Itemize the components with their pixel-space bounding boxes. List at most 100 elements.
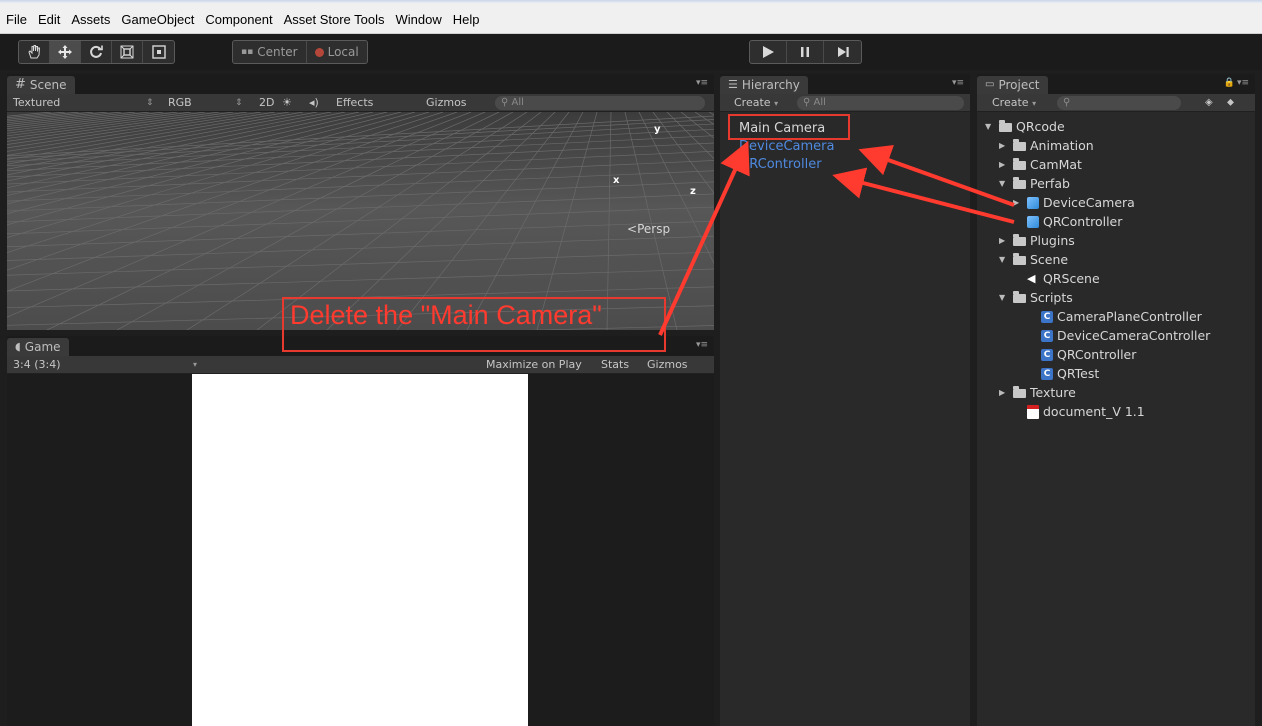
scene-search-input[interactable]: ⚲ All (495, 95, 705, 110)
panel-menu-icon[interactable]: ▾≡ (952, 78, 964, 88)
pause-icon[interactable] (787, 41, 824, 63)
project-item-document-v-1-1[interactable]: document_V 1.1 (1013, 404, 1145, 419)
playback-controls (749, 40, 862, 64)
scale-icon[interactable] (112, 41, 143, 63)
transform-tools (18, 40, 175, 64)
hierarchy-item-qrcontroller[interactable]: QRController (739, 157, 822, 172)
tab-scene[interactable]: # Scene (7, 76, 75, 94)
project-item-qrscene[interactable]: ◀ QRScene (1013, 271, 1100, 286)
render-mode-dropdown[interactable]: RGB (168, 96, 192, 109)
filter-by-label-icon[interactable]: ⬥ (1227, 97, 1234, 108)
menu-help[interactable]: Help (453, 12, 480, 27)
pivot-local-button[interactable]: Local (307, 41, 367, 63)
search-icon: ⚲ (501, 96, 509, 108)
project-item-perfab[interactable]: ▼ Perfab (999, 176, 1070, 191)
project-create-dropdown[interactable]: Create ▾ (992, 96, 1036, 109)
csharp-script-icon: C (1041, 310, 1053, 323)
hierarchy-toolbar: Create ▾ ⚲ All (720, 94, 970, 112)
grid-line (7, 193, 714, 223)
tab-project[interactable]: ▭ Project (977, 76, 1048, 94)
lock-icon[interactable]: 🔒 (1224, 78, 1235, 88)
project-item-plugins[interactable]: ▶ Plugins (999, 233, 1075, 248)
menu-asset-store-tools[interactable]: Asset Store Tools (284, 12, 385, 27)
panel-menu-icon[interactable]: ▾≡ (696, 78, 708, 88)
axis-z-label[interactable]: z (690, 186, 696, 197)
project-item-qrcontroller[interactable]: C QRController (1027, 347, 1136, 362)
menu-gameobject[interactable]: GameObject (121, 12, 194, 27)
menu-file[interactable]: File (6, 12, 27, 27)
menu-assets[interactable]: Assets (71, 12, 110, 27)
step-icon[interactable] (824, 41, 861, 63)
pivot-center-label: Center (257, 45, 298, 59)
project-item-animation[interactable]: ▶ Animation (999, 138, 1094, 153)
project-search-input[interactable]: ⚲ (1057, 95, 1181, 110)
project-item-label: QRcode (1016, 119, 1065, 134)
project-item-qrcode[interactable]: ▼ QRcode (985, 119, 1065, 134)
pivot-center-button[interactable]: ▪▪ Center (233, 41, 307, 63)
maximize-on-play-toggle[interactable]: Maximize on Play (486, 358, 582, 371)
search-icon: ⚲ (803, 96, 811, 108)
shading-mode-dropdown[interactable]: Textured (13, 96, 60, 109)
scene-panel: # Scene ▾≡ Textured ⇕ RGB ⇕ 2D ☀ ◂) Effe… (7, 74, 714, 330)
move-icon[interactable] (50, 41, 81, 63)
project-item-devicecamera[interactable]: ▶ DeviceCamera (1013, 195, 1135, 210)
dropdown-arrow-icon: ▾ (774, 99, 779, 108)
project-item-label: document_V 1.1 (1043, 404, 1145, 419)
mode-2d-toggle[interactable]: 2D (259, 96, 274, 109)
csharp-script-icon: C (1041, 348, 1053, 361)
panel-menu-icon[interactable]: ▾≡ (696, 340, 708, 350)
scene-toolbar: Textured ⇕ RGB ⇕ 2D ☀ ◂) Effects Gizmos … (7, 94, 714, 112)
axis-x-label[interactable]: x (613, 175, 619, 186)
collapsed-arrow-icon[interactable]: ▶ (999, 160, 1009, 169)
menu-component[interactable]: Component (205, 12, 272, 27)
collapsed-arrow-icon[interactable]: ▶ (999, 141, 1009, 150)
hierarchy-search-placeholder: All (813, 96, 826, 108)
stats-toggle[interactable]: Stats (601, 358, 629, 371)
axis-y-label[interactable]: y (654, 124, 661, 135)
hierarchy-create-dropdown[interactable]: Create ▾ (734, 96, 778, 109)
project-item-devicecameracontroller[interactable]: C DeviceCameraController (1027, 328, 1210, 343)
collapsed-arrow-icon[interactable]: ▶ (999, 236, 1009, 245)
project-folder-icon: ▭ (985, 79, 995, 90)
expanded-arrow-icon[interactable]: ▼ (999, 255, 1009, 264)
hierarchy-search-input[interactable]: ⚲ All (797, 95, 964, 110)
project-item-scripts[interactable]: ▼ Scripts (999, 290, 1073, 305)
rotate-icon[interactable] (81, 41, 112, 63)
expanded-arrow-icon[interactable]: ▼ (999, 293, 1009, 302)
rect-icon[interactable] (143, 41, 174, 63)
game-viewport[interactable] (7, 374, 714, 726)
collapsed-arrow-icon[interactable]: ▶ (999, 388, 1009, 397)
prefab-cube-icon (1027, 196, 1039, 209)
effects-dropdown[interactable]: Effects (336, 96, 373, 109)
lighting-toggle-icon[interactable]: ☀ (282, 96, 292, 109)
project-item-cammat[interactable]: ▶ CamMat (999, 157, 1082, 172)
tab-game[interactable]: ◖ Game (7, 338, 69, 356)
aspect-dropdown[interactable]: 3:4 (3:4) (13, 358, 61, 371)
project-item-label: QRController (1057, 347, 1137, 362)
grid-line (7, 112, 80, 120)
hierarchy-item-devicecamera[interactable]: DeviceCamera (739, 139, 834, 154)
expanded-arrow-icon[interactable]: ▼ (999, 179, 1009, 188)
prefab-cube-icon (1027, 215, 1039, 228)
pivot-local-label: Local (327, 45, 359, 59)
play-icon[interactable] (750, 41, 787, 63)
hand-icon[interactable] (19, 41, 50, 63)
projection-label[interactable]: <Persp (627, 222, 670, 236)
gizmos-dropdown[interactable]: Gizmos (426, 96, 467, 109)
project-item-qrcontroller[interactable]: QRController (1013, 214, 1122, 229)
persp-label: Persp (637, 222, 671, 236)
tab-hierarchy[interactable]: ☰ Hierarchy (720, 76, 808, 94)
audio-toggle-icon[interactable]: ◂) (309, 96, 319, 109)
project-item-texture[interactable]: ▶ Texture (999, 385, 1076, 400)
panel-menu-icon[interactable]: ▾≡ (1237, 78, 1249, 88)
project-item-qrtest[interactable]: C QRTest (1027, 366, 1099, 381)
menu-edit[interactable]: Edit (38, 12, 60, 27)
project-item-scene[interactable]: ▼ Scene (999, 252, 1068, 267)
project-item-label: QRTest (1057, 366, 1100, 381)
collapsed-arrow-icon[interactable]: ▶ (1013, 198, 1023, 207)
expanded-arrow-icon[interactable]: ▼ (985, 122, 995, 131)
project-item-cameraplanecontroller[interactable]: C CameraPlaneController (1027, 309, 1202, 324)
filter-by-type-icon[interactable]: ◈ (1205, 97, 1213, 108)
game-gizmos-dropdown[interactable]: Gizmos (647, 358, 688, 371)
menu-window[interactable]: Window (396, 12, 442, 27)
